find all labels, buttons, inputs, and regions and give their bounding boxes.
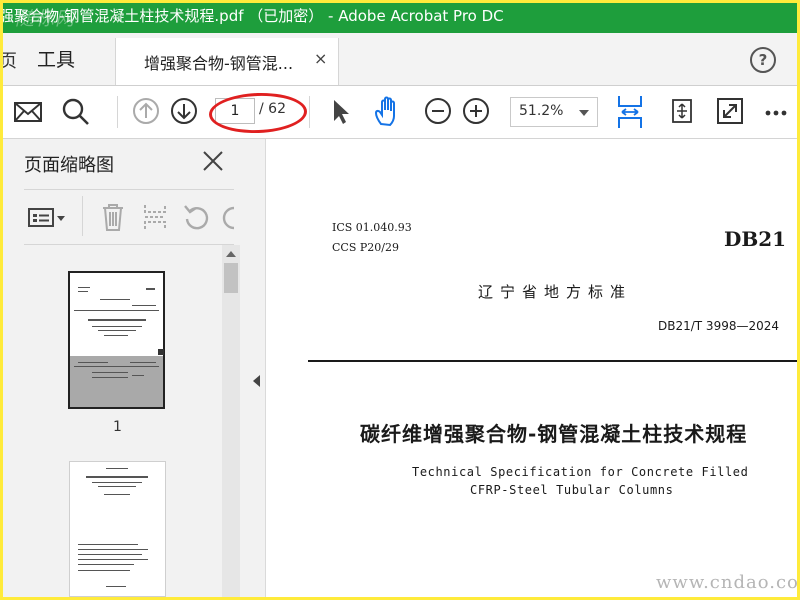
- zoom-level-value: 51.2%: [519, 103, 564, 119]
- thumb-text-line: [78, 564, 134, 565]
- ccs-code: CCS P20/29: [332, 241, 399, 254]
- zoom-in-icon[interactable]: [461, 94, 491, 128]
- thumb-text-line: [132, 375, 144, 376]
- province-standard-heading: 辽宁省地方标准: [478, 283, 633, 301]
- search-icon[interactable]: [61, 94, 91, 128]
- thumb-text-line: [132, 305, 156, 306]
- full-screen-icon[interactable]: [715, 94, 745, 128]
- thumb-text-line: [104, 335, 128, 336]
- chevron-down-icon: [579, 110, 589, 116]
- thumbnail-panel: 页面缩略图 1: [3, 139, 251, 597]
- panel-title: 页面缩略图: [24, 155, 114, 176]
- watermark-bottom: www.cndao.com: [656, 572, 797, 593]
- toolbar-separator: [309, 96, 310, 128]
- thumb-text-line: [86, 476, 148, 478]
- thumb-text-line: [106, 586, 126, 587]
- thumbnail-list: 1: [3, 245, 251, 597]
- tab-row: 页 工具 增强聚合物-钢管混... × ?: [3, 33, 797, 86]
- resize-handle[interactable]: [158, 349, 164, 355]
- watermark-top: 随标网: [15, 8, 76, 30]
- rotate-left-icon[interactable]: [182, 202, 210, 236]
- thumb-text-line: [78, 287, 90, 288]
- mail-icon[interactable]: [13, 94, 43, 128]
- thumb-text-line: [78, 544, 138, 545]
- rotate-right-icon[interactable]: [222, 202, 236, 236]
- acrobat-window: 强聚合物-钢管混凝土柱技术规程.pdf （已加密） - Adobe Acroba…: [3, 3, 797, 597]
- close-panel-icon[interactable]: [201, 149, 225, 177]
- thumb-text-line: [146, 288, 155, 290]
- thumbnail-scrollbar[interactable]: [222, 245, 240, 597]
- toolbar-separator: [117, 96, 118, 128]
- thumb-text-line: [130, 362, 156, 363]
- document-title-english-line1: Technical Specification for Concrete Fil…: [412, 465, 749, 479]
- thumb-text-line: [78, 291, 88, 292]
- select-arrow-icon[interactable]: [327, 94, 353, 128]
- document-tab[interactable]: 增强聚合物-钢管混... ×: [115, 38, 339, 85]
- document-page: ICS 01.040.93 CCS P20/29 DB21 辽宁省地方标准 DB…: [266, 139, 797, 597]
- extract-page-icon[interactable]: [142, 202, 168, 236]
- thumb-text-line: [78, 570, 130, 571]
- page-thumbnail-1[interactable]: [68, 271, 165, 409]
- standard-number: DB21/T 3998—2024: [658, 319, 780, 333]
- zoom-level-select[interactable]: 51.2%: [510, 97, 598, 127]
- fit-width-icon[interactable]: [615, 94, 645, 128]
- main-toolbar: 1 / 62 51.2%: [3, 86, 797, 139]
- next-page-icon[interactable]: [169, 94, 199, 128]
- thumb-rule: [74, 366, 159, 367]
- help-icon[interactable]: ?: [750, 47, 776, 73]
- menu-tools[interactable]: 工具: [37, 45, 75, 72]
- thumb-text-line: [92, 482, 142, 483]
- scrollbar-thumb[interactable]: [224, 263, 238, 293]
- thumb-text-line: [78, 559, 148, 560]
- thumb-text-line: [88, 319, 146, 321]
- thumbnail-page-label: 1: [113, 419, 122, 435]
- menu-home-fragment[interactable]: 页: [3, 47, 17, 73]
- ics-code: ICS 01.040.93: [332, 221, 412, 234]
- panel-toolbar: [24, 189, 236, 245]
- thumb-text-line: [106, 468, 128, 469]
- thumb-text-line: [78, 554, 142, 555]
- thumb-text-line: [104, 494, 130, 495]
- close-tab-icon[interactable]: ×: [314, 49, 327, 68]
- thumb-text-line: [78, 549, 148, 550]
- more-options-icon[interactable]: [763, 94, 793, 128]
- thumb-rule: [74, 310, 159, 311]
- thumb-text-line: [98, 486, 136, 487]
- document-tab-label: 增强聚合物-钢管混...: [144, 54, 294, 73]
- document-title-english-line2: CFRP-Steel Tubular Columns: [470, 483, 674, 497]
- collapse-panel-icon[interactable]: [253, 375, 260, 387]
- thumb-text-line: [100, 299, 130, 300]
- scroll-up-icon[interactable]: [226, 251, 236, 257]
- rotate-view-icon[interactable]: [667, 94, 697, 128]
- thumb-text-line: [92, 377, 128, 378]
- zoom-out-icon[interactable]: [423, 94, 453, 128]
- toolbar-separator: [82, 196, 83, 236]
- thumb-text-line: [78, 362, 108, 363]
- thumbnail-viewport-shade: [70, 356, 163, 407]
- panel-collapse-strip[interactable]: [251, 139, 266, 597]
- thumbnail-options-icon[interactable]: [28, 206, 68, 234]
- header-rule: [308, 360, 797, 362]
- standard-tag: DB21: [724, 227, 787, 251]
- page-thumbnail-2[interactable]: [69, 461, 166, 597]
- title-bar: 强聚合物-钢管混凝土柱技术规程.pdf （已加密） - Adobe Acroba…: [3, 3, 797, 33]
- previous-page-icon[interactable]: [131, 94, 161, 128]
- delete-page-icon[interactable]: [100, 202, 126, 236]
- thumb-text-line: [92, 326, 142, 327]
- thumb-text-line: [98, 330, 136, 331]
- window-title: 强聚合物-钢管混凝土柱技术规程.pdf （已加密） - Adobe Acroba…: [3, 7, 504, 25]
- thumb-text-line: [92, 372, 128, 373]
- hand-tool-icon[interactable]: [371, 94, 405, 128]
- document-title-chinese: 碳纤维增强聚合物-钢管混凝土柱技术规程: [360, 422, 748, 446]
